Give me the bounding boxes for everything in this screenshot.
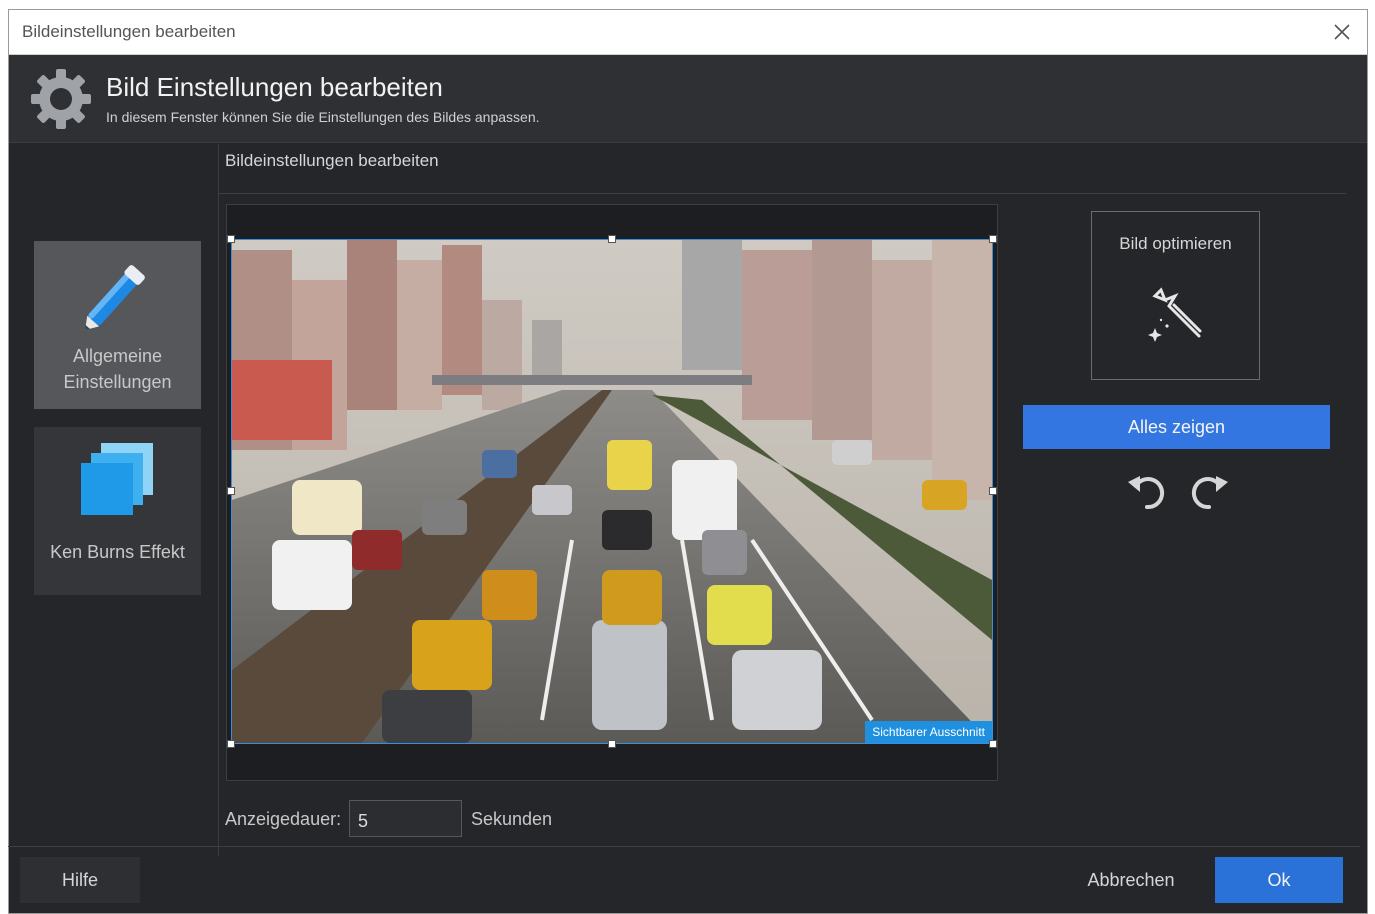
display-duration-label: Anzeigedauer: bbox=[225, 809, 342, 829]
rotate-left-icon[interactable] bbox=[1124, 468, 1170, 514]
footer-divider bbox=[8, 846, 1360, 847]
crop-handle-top-left[interactable] bbox=[227, 235, 235, 243]
window-title: Bildeinstellungen bearbeiten bbox=[22, 22, 236, 41]
sidebar-item-label-line1: Allgemeine bbox=[72, 346, 163, 366]
crop-handle-right[interactable] bbox=[989, 487, 997, 495]
crop-handle-top[interactable] bbox=[608, 235, 616, 243]
section-title: Bildeinstellungen bearbeiten bbox=[225, 151, 439, 170]
show-all-button[interactable]: Alles zeigen bbox=[1023, 405, 1330, 449]
crop-handle-bottom-left[interactable] bbox=[227, 740, 235, 748]
sidebar-item-label: Ken Burns Effekt bbox=[50, 542, 185, 562]
section-divider bbox=[218, 193, 1346, 194]
cancel-button[interactable]: Abbrechen bbox=[1070, 857, 1192, 903]
image-preview[interactable]: Sichtbarer Ausschnitt bbox=[231, 239, 993, 744]
help-button[interactable]: Hilfe bbox=[20, 857, 140, 903]
sidebar-item-ken-burns[interactable]: Ken Burns Effekt bbox=[34, 427, 201, 595]
header-subtitle: In diesem Fenster können Sie die Einstel… bbox=[106, 109, 540, 125]
header-title: Bild Einstellungen bearbeiten bbox=[106, 72, 443, 102]
pen-icon bbox=[85, 265, 145, 331]
optimize-image-label: Bild optimieren bbox=[1119, 234, 1232, 253]
gear-icon bbox=[31, 69, 91, 129]
crop-handle-bottom[interactable] bbox=[608, 740, 616, 748]
title-bar: Bildeinstellungen bearbeiten bbox=[9, 10, 1367, 55]
close-icon[interactable] bbox=[1329, 19, 1355, 45]
crop-handle-left[interactable] bbox=[227, 487, 235, 495]
sidebar: Allgemeine Einstellungen Ken Burns Effek… bbox=[9, 144, 219, 856]
optimize-image-button[interactable]: Bild optimieren bbox=[1091, 211, 1260, 380]
traffic-photo bbox=[232, 240, 992, 743]
display-duration-input[interactable] bbox=[349, 800, 462, 837]
visible-area-badge: Sichtbarer Ausschnitt bbox=[865, 721, 992, 743]
magic-wand-icon bbox=[1148, 287, 1202, 342]
crop-handle-bottom-right[interactable] bbox=[989, 740, 997, 748]
ken-burns-icon bbox=[81, 443, 153, 515]
crop-handle-top-right[interactable] bbox=[989, 235, 997, 243]
ok-button[interactable]: Ok bbox=[1215, 857, 1343, 903]
sidebar-item-general-settings[interactable]: Allgemeine Einstellungen bbox=[34, 241, 201, 409]
display-duration-unit: Sekunden bbox=[471, 809, 553, 829]
sidebar-item-label-line2: Einstellungen bbox=[63, 372, 172, 392]
rotate-right-icon[interactable] bbox=[1186, 468, 1232, 514]
dialog-header: Bild Einstellungen bearbeiten In diesem … bbox=[9, 55, 1367, 143]
